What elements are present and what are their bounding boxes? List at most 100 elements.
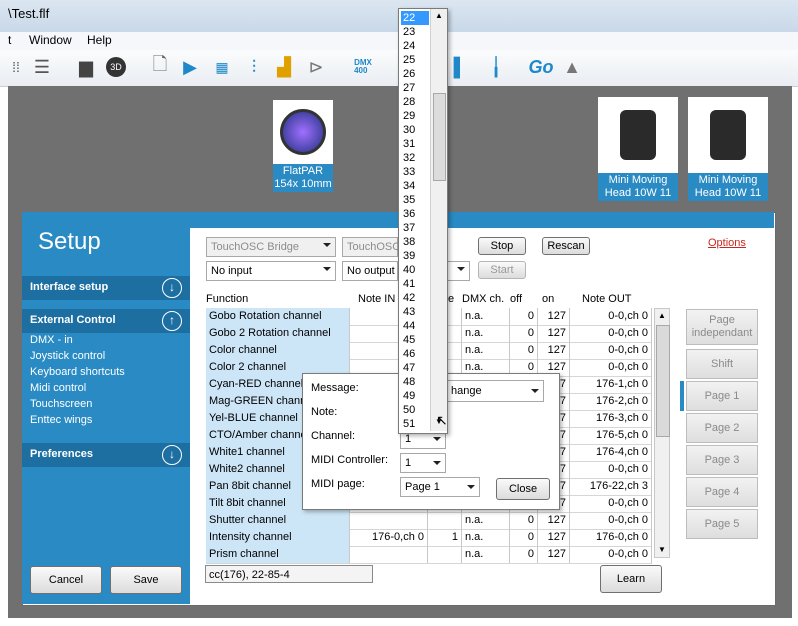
dropdown-item[interactable]: 33 [401, 165, 429, 179]
cell-note-in[interactable] [350, 546, 428, 563]
grid-icon[interactable]: ▦ [210, 55, 234, 79]
cell-off[interactable]: 0 [510, 308, 538, 325]
layers-icon[interactable]: ▆ [74, 55, 98, 79]
dropdown-item[interactable]: 22 [401, 11, 429, 25]
page-3-button[interactable]: Page 3 [686, 445, 758, 475]
dropdown-item[interactable]: 49 [401, 389, 429, 403]
dropdown-item[interactable]: 43 [401, 305, 429, 319]
dropdown-item[interactable]: 36 [401, 207, 429, 221]
cell-e-val[interactable]: 1 [428, 529, 462, 546]
dropdown-item[interactable]: 46 [401, 347, 429, 361]
cell-out[interactable]: 176-0,ch 0 [570, 529, 652, 546]
cell-function[interactable]: Gobo Rotation channel [206, 308, 350, 325]
fader-icon[interactable]: ╽ [484, 55, 508, 79]
dropdown-item[interactable]: 45 [401, 333, 429, 347]
cell-function[interactable]: Color channel [206, 342, 350, 359]
midi-input-device-select[interactable]: TouchOSC Bridge [206, 237, 336, 257]
scroll-up-icon[interactable]: ▲ [435, 11, 443, 20]
cell-off[interactable]: 0 [510, 512, 538, 529]
dropdown-item[interactable]: 24 [401, 39, 429, 53]
play-icon[interactable]: ▶ [178, 55, 202, 79]
cell-dmx[interactable]: n.a. [462, 308, 510, 325]
sidebar-item-dmx-in[interactable]: DMX - in [30, 334, 73, 346]
cell-on[interactable]: 127 [538, 308, 570, 325]
cell-off[interactable]: 0 [510, 342, 538, 359]
expand-down-icon[interactable]: ↓ [162, 445, 182, 465]
menu-item-help[interactable]: Help [87, 33, 112, 47]
dropdown-item[interactable]: 42 [401, 291, 429, 305]
rescan-button[interactable]: Rescan [542, 237, 590, 255]
cell-off[interactable]: 0 [510, 546, 538, 563]
page-5-button[interactable]: Page 5 [686, 509, 758, 539]
cell-function[interactable]: Intensity channel [206, 529, 350, 546]
sidebar-item-touchscreen[interactable]: Touchscreen [30, 398, 92, 410]
menu-item-window[interactable]: Window [29, 33, 72, 47]
dropdown-item[interactable]: 23 [401, 25, 429, 39]
go-icon[interactable]: Go [526, 55, 556, 79]
cell-note-in[interactable]: 176-0,ch 0 [350, 529, 428, 546]
collapse-up-icon[interactable]: ↑ [162, 311, 182, 331]
page-4-button[interactable]: Page 4 [686, 477, 758, 507]
cell-out[interactable]: 176-22,ch 3 [570, 478, 652, 495]
dropdown-item[interactable]: 47 [401, 361, 429, 375]
output-select[interactable]: No output [342, 261, 398, 281]
cell-dmx[interactable]: n.a. [462, 546, 510, 563]
bars-icon[interactable]: ▌ [448, 55, 472, 79]
cell-out[interactable]: 176-3,ch 0 [570, 410, 652, 427]
dropdown-item[interactable]: 25 [401, 53, 429, 67]
dropdown-item[interactable]: 38 [401, 235, 429, 249]
cell-out[interactable]: 176-5,ch 0 [570, 427, 652, 444]
dropdown-item[interactable]: 48 [401, 375, 429, 389]
dropdown-item[interactable]: 35 [401, 193, 429, 207]
cell-out[interactable]: 176-1,ch 0 [570, 376, 652, 393]
spotlight-icon[interactable]: ⊳ [304, 55, 328, 79]
cell-out[interactable]: 176-4,ch 0 [570, 444, 652, 461]
dropdown-item[interactable]: 26 [401, 67, 429, 81]
page-independant-button[interactable]: Page independant [686, 309, 758, 345]
cell-off[interactable]: 0 [510, 325, 538, 342]
expand-down-icon[interactable]: ↓ [162, 278, 182, 298]
warning-icon[interactable]: ▲ [560, 55, 584, 79]
scroll-up-icon[interactable]: ▲ [658, 311, 666, 320]
cell-on[interactable]: 127 [538, 546, 570, 563]
new-document-icon[interactable]: 🗋 [148, 54, 172, 79]
close-button[interactable]: Close [496, 478, 550, 500]
scroll-thumb[interactable] [656, 325, 670, 437]
cell-out[interactable]: 0-0,ch 0 [570, 359, 652, 376]
cell-out[interactable]: 0-0,ch 0 [570, 512, 652, 529]
dropdown-item[interactable]: 34 [401, 179, 429, 193]
shift-button[interactable]: Shift [686, 349, 758, 379]
scroll-down-icon[interactable]: ▼ [658, 545, 666, 554]
dropdown-item[interactable]: 30 [401, 123, 429, 137]
dropdown-item[interactable]: 40 [401, 263, 429, 277]
dmx-icon[interactable]: DMX 400 [348, 55, 378, 79]
cell-function[interactable]: Gobo 2 Rotation channel [206, 325, 350, 342]
dropdown-item[interactable]: 31 [401, 137, 429, 151]
page-1-button[interactable]: Page 1 [686, 381, 758, 411]
cell-function[interactable]: Shutter channel [206, 512, 350, 529]
table-row[interactable]: Prism channel n.a. 0 127 0-0,ch 0 [206, 546, 652, 564]
list-icon[interactable]: ☰ [30, 55, 54, 79]
sidebar-item-keyboard[interactable]: Keyboard shortcuts [30, 366, 125, 378]
cell-on[interactable]: 127 [538, 529, 570, 546]
equalizer-icon[interactable]: ▟ [272, 55, 296, 79]
input-select[interactable]: No input [206, 261, 336, 281]
cell-out[interactable]: 0-0,ch 0 [570, 308, 652, 325]
sidebar-item-joystick[interactable]: Joystick control [30, 350, 105, 362]
cell-out[interactable]: 0-0,ch 0 [570, 342, 652, 359]
cancel-button[interactable]: Cancel [30, 566, 102, 594]
dropdown-item[interactable]: 44 [401, 319, 429, 333]
fixture-mini-moving-head-1[interactable]: Mini Moving Head 10W 11 [598, 97, 678, 201]
cell-note-in[interactable] [350, 512, 428, 529]
cell-out[interactable]: 0-0,ch 0 [570, 495, 652, 512]
section-preferences[interactable]: Preferences ↓ [22, 443, 190, 467]
cell-e-val[interactable] [428, 546, 462, 563]
dropdown-scrollbar[interactable]: ▲ ▼ [430, 9, 447, 431]
cell-dmx[interactable]: n.a. [462, 512, 510, 529]
cell-on[interactable]: 127 [538, 325, 570, 342]
message-select[interactable]: hange [446, 380, 544, 402]
dropdown-item[interactable]: 37 [401, 221, 429, 235]
page-2-button[interactable]: Page 2 [686, 413, 758, 443]
options-link[interactable]: Options [708, 237, 746, 249]
menu-item-truncated[interactable]: t [8, 33, 11, 47]
